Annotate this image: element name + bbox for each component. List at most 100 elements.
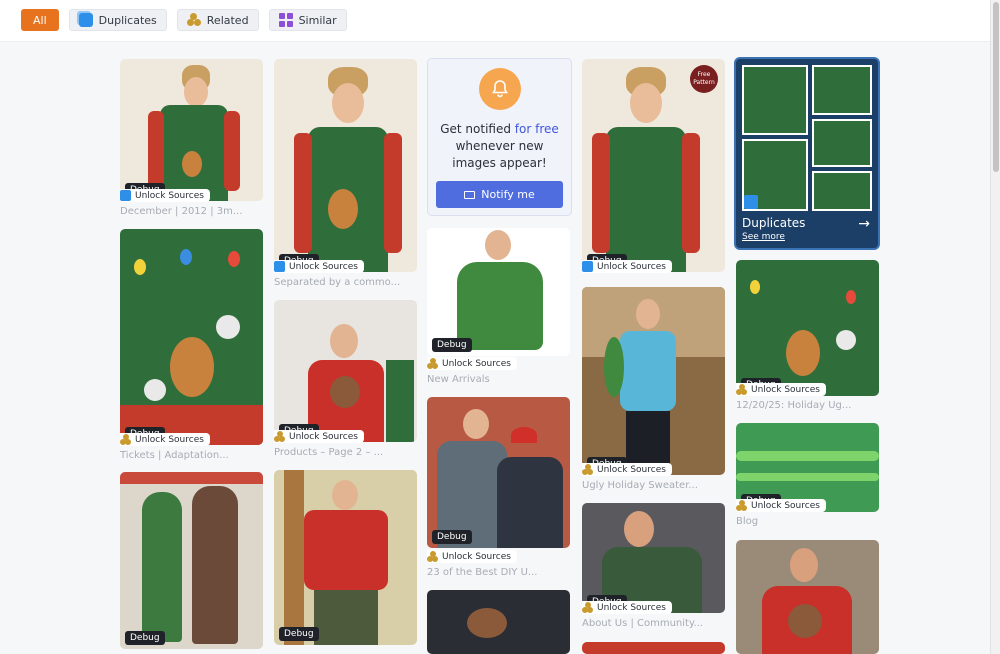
debug-badge: Debug [279,627,319,641]
result-image[interactable] [427,590,570,654]
result-image[interactable]: Debug [582,287,725,475]
unlock-sources-link[interactable]: Unlock Sources [274,260,364,273]
image-grid: Debug Unlock Sources December | 2012 | 3… [0,0,990,654]
duplicate-thumbnail [812,65,872,115]
unlock-sources-link[interactable]: Unlock Sources [736,499,826,512]
debug-badge: Debug [432,530,472,544]
result-image[interactable]: Debug [274,470,417,645]
duplicates-icon [274,261,285,272]
unlock-sources-label: Unlock Sources [289,431,358,442]
result-card[interactable]: Debug Unlock Sources About Us | Communit… [582,503,725,629]
unlock-sources-label: Unlock Sources [597,602,666,613]
unlock-sources-link[interactable]: Unlock Sources [274,430,364,443]
free-pattern-badge: Free Pattern [690,65,718,93]
result-image[interactable]: Debug [120,229,263,445]
result-image[interactable]: Debug [120,472,263,649]
result-image[interactable]: Debug [736,260,879,396]
duplicates-card[interactable]: Duplicates See more → [734,57,880,250]
unlock-sources-label: Unlock Sources [442,551,511,562]
result-caption: December | 2012 | 3m... [120,206,243,217]
unlock-sources-label: Unlock Sources [135,434,204,445]
result-caption: Tickets | Adaptation... [120,450,229,461]
result-image[interactable]: Debug [274,300,417,442]
result-card[interactable] [427,590,570,654]
related-icon [274,431,285,442]
related-icon [736,384,747,395]
notify-message: Get notified for free whenever new image… [428,121,571,172]
result-card[interactable]: Debug Unlock Sources Products – Page 2 –… [274,300,417,458]
duplicates-icon [582,261,593,272]
result-image[interactable]: Debug [120,59,263,201]
unlock-sources-label: Unlock Sources [597,464,666,475]
debug-badge: Debug [432,338,472,352]
related-icon [582,602,593,613]
notify-button-label: Notify me [481,188,535,201]
related-icon [582,464,593,475]
result-card[interactable]: Debug Unlock Sources Ugly Holiday Sweate… [582,287,725,491]
duplicates-icon [120,190,131,201]
unlock-sources-link[interactable]: Unlock Sources [120,433,210,446]
result-image[interactable] [582,642,725,654]
notify-card: Get notified for free whenever new image… [427,58,572,216]
notify-highlight: for free [514,122,559,136]
unlock-sources-link[interactable]: Unlock Sources [582,463,672,476]
result-caption: Separated by a commo... [274,277,401,288]
duplicates-icon [744,195,758,209]
result-caption: New Arrivals [427,374,490,385]
result-image[interactable]: Debug [427,228,570,356]
result-card[interactable]: Debug Unlock Sources December | 2012 | 3… [120,59,263,217]
unlock-sources-link[interactable]: Unlock Sources [736,383,826,396]
related-icon [427,358,438,369]
unlock-sources-link[interactable]: Unlock Sources [582,260,672,273]
duplicate-thumbnail [812,171,872,211]
debug-badge: Debug [125,631,165,645]
result-caption: 12/20/25: Holiday Ug... [736,400,852,411]
result-caption: About Us | Community... [582,618,703,629]
result-image[interactable]: Debug [427,397,570,548]
result-caption: Products – Page 2 – ... [274,447,384,458]
unlock-sources-label: Unlock Sources [597,261,666,272]
result-image[interactable]: Free Pattern Debug [582,59,725,272]
result-image[interactable] [736,540,879,654]
result-caption: Blog [736,516,759,527]
result-card[interactable]: Debug [120,472,263,649]
result-card[interactable] [582,642,725,654]
arrow-right-icon[interactable]: → [858,216,870,232]
see-more-link[interactable]: See more [742,232,785,242]
result-card[interactable]: Debug Unlock Sources Blog [736,423,879,527]
unlock-sources-link[interactable]: Unlock Sources [120,189,210,202]
duplicate-thumbnail [742,65,808,135]
unlock-sources-label: Unlock Sources [135,190,204,201]
notify-me-button[interactable]: Notify me [436,181,563,208]
result-card[interactable] [736,540,879,654]
result-card[interactable]: Debug [274,470,417,645]
notify-line2: whenever new images appear! [452,139,547,170]
result-card[interactable]: Debug Unlock Sources 12/20/25: Holiday U… [736,260,879,411]
related-icon [736,500,747,511]
result-card[interactable]: Debug Unlock Sources New Arrivals [427,228,570,385]
unlock-sources-label: Unlock Sources [442,358,511,369]
bell-icon [478,68,521,110]
unlock-sources-link[interactable]: Unlock Sources [427,550,517,563]
scrollbar-thumb[interactable] [993,2,999,172]
result-image[interactable]: Debug [274,59,417,272]
result-card[interactable]: Debug Unlock Sources Separated by a comm… [274,59,417,288]
notify-line1: Get notified [440,122,515,136]
result-caption: Ugly Holiday Sweater... [582,480,698,491]
unlock-sources-label: Unlock Sources [751,500,820,511]
duplicate-thumbnail [812,119,872,167]
result-card[interactable]: Debug Unlock Sources 23 of the Best DIY … [427,397,570,578]
result-image[interactable]: Debug [582,503,725,613]
duplicates-thumbnails [742,65,872,211]
unlock-sources-link[interactable]: Unlock Sources [427,357,517,370]
unlock-sources-label: Unlock Sources [289,261,358,272]
mail-icon [464,190,476,199]
unlock-sources-link[interactable]: Unlock Sources [582,601,672,614]
unlock-sources-label: Unlock Sources [751,384,820,395]
result-caption: 23 of the Best DIY U... [427,567,538,578]
related-icon [427,551,438,562]
page-scrollbar[interactable] [990,0,1000,654]
result-card[interactable]: Free Pattern Debug Unlock Sources [582,59,725,273]
result-card[interactable]: Debug Unlock Sources Tickets | Adaptatio… [120,229,263,461]
duplicates-title: Duplicates [742,216,806,230]
